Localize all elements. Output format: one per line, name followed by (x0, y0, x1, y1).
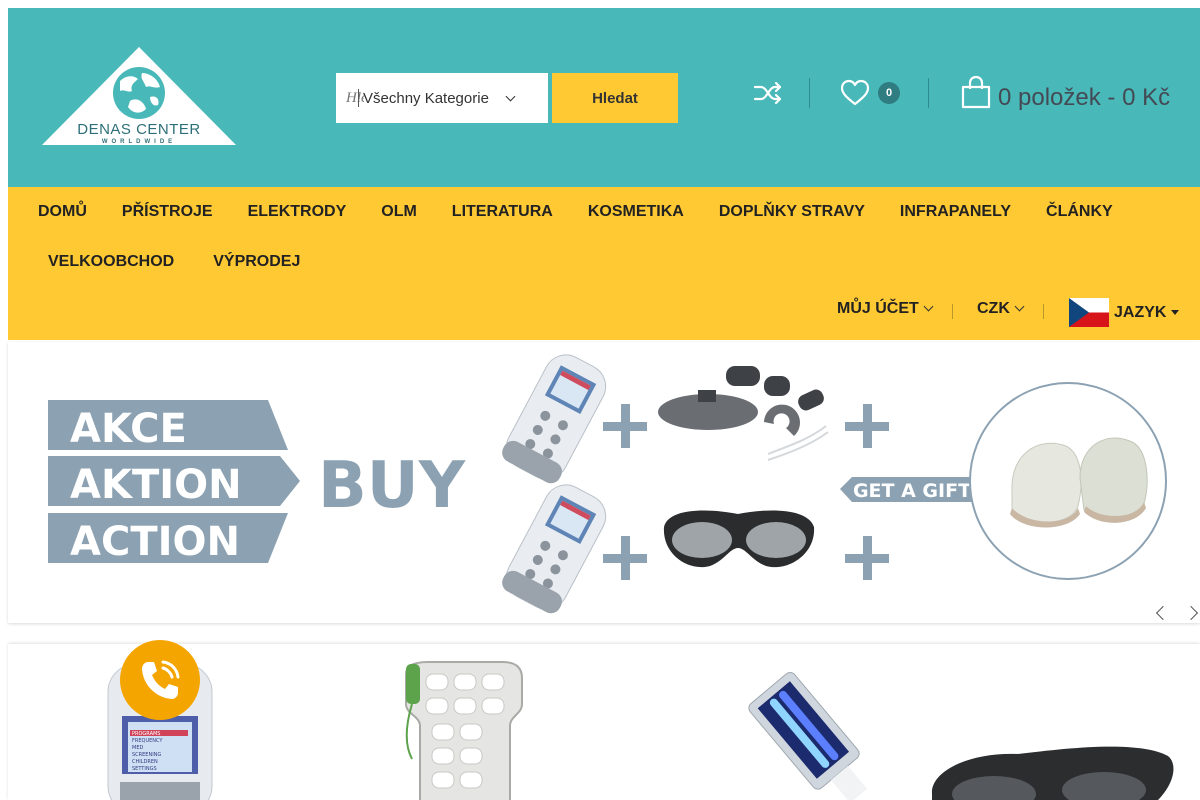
shopping-bag-icon[interactable] (960, 75, 992, 109)
heart-icon[interactable] (840, 78, 870, 108)
device-screen-line: SCREENING (132, 752, 161, 758)
device-screen-line: SETTINGS (132, 766, 157, 772)
glasses-electrode-image (663, 510, 815, 568)
nav-item-velkoobchod[interactable]: VELKOOBCHOD (48, 253, 174, 271)
search-bar: Všechny Kategorie Hledat (336, 73, 678, 123)
logo[interactable]: DENAS CENTER WORLDWIDE (40, 45, 238, 147)
currency-menu[interactable]: CZK (977, 300, 1025, 318)
utility-divider (1043, 304, 1044, 319)
chevron-down-icon (923, 301, 934, 312)
search-box: Všechny Kategorie (336, 73, 548, 123)
banner-label-akce: AKCE (70, 406, 187, 452)
banner-gift-text: GET A GIFT (853, 480, 971, 502)
product-card[interactable] (931, 746, 1174, 800)
logo-brand-text: DENAS CENTER (77, 121, 201, 138)
language-menu[interactable]: JAZYK (1069, 298, 1180, 327)
banner-label-action: ACTION (70, 519, 240, 565)
search-button[interactable]: Hledat (552, 73, 678, 123)
language-menu-label: JAZYK (1114, 303, 1167, 321)
promo-banner-art: AKCE AKTION ACTION BUY GET A GIFT (48, 354, 1167, 614)
czech-flag-icon (1069, 298, 1109, 327)
promo-banner[interactable]: AKCE AKTION ACTION BUY GET A GIFT (8, 342, 1200, 623)
phone-icon (142, 660, 180, 699)
chevron-down-icon (505, 91, 516, 101)
device-screen-line: MED (132, 745, 143, 751)
banner-label-aktion: AKTION (70, 462, 242, 508)
device-screen-line: CHILDREN (132, 759, 158, 765)
nav-item-elektrody[interactable]: ELEKTRODY (248, 203, 347, 221)
denas-device-image (502, 354, 607, 484)
denas-device-image (502, 484, 607, 614)
nav-item-literatura[interactable]: LITERATURA (452, 203, 553, 221)
nav-item-doplnky-stravy[interactable]: DOPLŇKY STRAVY (719, 203, 865, 221)
currency-menu-label: CZK (977, 300, 1010, 317)
logo-tagline-text: WORLDWIDE (102, 139, 176, 145)
category-select[interactable]: Všechny Kategorie (363, 89, 516, 107)
site-header: DENAS CENTER WORLDWIDE Všechny Kategorie… (8, 8, 1200, 187)
wishlist-count-badge: 0 (878, 82, 900, 104)
call-button[interactable] (120, 640, 200, 720)
nav-item-olm[interactable]: OLM (381, 203, 417, 221)
cart-summary[interactable]: 0 položek - 0 Kč (998, 84, 1170, 112)
text-caret (358, 89, 359, 107)
electrodes-image (658, 366, 829, 461)
account-menu[interactable]: MŮJ ÚČET (837, 300, 934, 318)
shuffle-icon[interactable] (753, 78, 783, 108)
product-card[interactable] (405, 661, 523, 800)
device-screen-line: FREQUENCY (132, 738, 163, 744)
page: DENAS CENTER WORLDWIDE Všechny Kategorie… (0, 0, 1200, 800)
banner-buy-text: BUY (318, 449, 466, 523)
nav-item-kosmetika[interactable]: KOSMETIKA (588, 203, 684, 221)
header-divider (809, 78, 810, 108)
account-menu-label: MŮJ ÚČET (837, 300, 919, 317)
menu-row-1: DOMŮ PŘÍSTROJE ELEKTRODY OLM LITERATURA … (38, 203, 1113, 221)
caret-down-icon (1171, 310, 1180, 315)
nav-item-infrapanely[interactable]: INFRAPANELY (900, 203, 1011, 221)
chevron-down-icon (1014, 301, 1025, 312)
nav-item-clanky[interactable]: ČLÁNKY (1046, 203, 1113, 221)
nav-item-domu[interactable]: DOMŮ (38, 203, 87, 221)
product-card[interactable] (746, 670, 880, 800)
search-input[interactable] (336, 89, 364, 107)
device-screen-line: PROGRAMS (132, 731, 160, 737)
utility-divider (952, 304, 953, 319)
menu-row-2: VELKOOBCHOD VÝPRODEJ (48, 253, 300, 271)
header-divider (928, 78, 929, 108)
category-select-label: Všechny Kategorie (363, 89, 489, 107)
nav-item-pristroje[interactable]: PŘÍSTROJE (122, 203, 213, 221)
nav-item-vyprodej[interactable]: VÝPRODEJ (213, 253, 300, 271)
main-navigation: DOMŮ PŘÍSTROJE ELEKTRODY OLM LITERATURA … (8, 187, 1200, 340)
